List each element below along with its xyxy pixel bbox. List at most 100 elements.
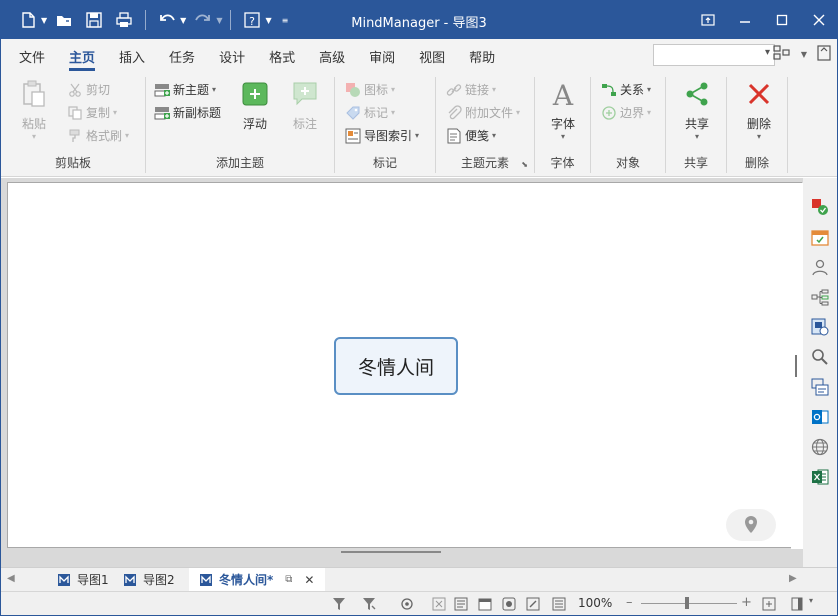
tab-design[interactable]: 设计: [207, 39, 257, 73]
list-view-icon[interactable]: [551, 596, 567, 612]
open-folder-icon[interactable]: [51, 7, 77, 33]
library-icon[interactable]: [809, 316, 831, 338]
outlook-icon[interactable]: [809, 406, 831, 428]
chevron-down-icon[interactable]: ▼: [41, 16, 47, 25]
markers-pane-icon[interactable]: [809, 196, 831, 218]
help-dropdown-icon[interactable]: ▼: [265, 16, 271, 25]
layout-options-icon[interactable]: [791, 596, 807, 612]
tab-format[interactable]: 格式: [257, 39, 307, 73]
undo-dropdown-icon[interactable]: ▼: [180, 16, 186, 25]
note-button[interactable]: 便笺 ▾: [446, 127, 496, 144]
zoom-slider[interactable]: [641, 597, 737, 609]
map-index-button[interactable]: 导图索引 ▾: [345, 127, 419, 144]
tag-view-icon[interactable]: [525, 596, 541, 612]
format-painter-icon: [67, 128, 83, 144]
filter-options-icon[interactable]: [361, 596, 377, 612]
zoom-fit-icon[interactable]: [431, 596, 447, 612]
tab-scroll-left-icon[interactable]: ◀: [7, 573, 15, 584]
new-subtopic-button[interactable]: 新副标题: [154, 104, 221, 121]
collapse-ribbon-icon[interactable]: [817, 45, 831, 64]
vertical-scrollbar[interactable]: [791, 183, 803, 549]
font-group-label: 字体: [550, 156, 575, 170]
chevron-down-icon[interactable]: ▼: [801, 50, 807, 59]
doc-tab-current[interactable]: 冬情人间* ⧉ ✕: [189, 568, 325, 591]
fit-map-icon[interactable]: [761, 596, 777, 612]
doc-tab-map2[interactable]: 导图2: [115, 568, 183, 591]
clipboard-group: 粘贴 ▾ 剪切 复制 ▾ 格式刷 ▾ 剪贴板: [1, 73, 145, 177]
dialog-launcher-icon[interactable]: ⬊: [521, 160, 528, 169]
tab-scroll-right-icon[interactable]: ▶: [789, 573, 797, 584]
link-icon: [446, 82, 462, 98]
calendar-icon[interactable]: [477, 596, 493, 612]
ribbon-display-icon[interactable]: [689, 1, 726, 39]
minimize-icon[interactable]: [726, 1, 763, 39]
callout-button[interactable]: 标注: [290, 79, 320, 132]
paste-button[interactable]: 粘贴 ▾: [19, 79, 49, 141]
tag-icon: [345, 105, 361, 121]
new-file-icon[interactable]: [15, 7, 41, 33]
boundary-button[interactable]: 边界 ▾: [601, 104, 651, 121]
tab-file[interactable]: 文件: [7, 39, 57, 73]
tab-advanced[interactable]: 高级: [307, 39, 357, 73]
map-canvas[interactable]: 冬情人间: [7, 182, 803, 549]
tab-insert[interactable]: 插入: [107, 39, 157, 73]
close-tab-icon[interactable]: ✕: [304, 573, 314, 587]
outline-view-icon[interactable]: [453, 596, 469, 612]
excel-icon[interactable]: [809, 466, 831, 488]
undo-icon[interactable]: [154, 7, 180, 33]
tag-marker-button[interactable]: 标记 ▾: [345, 104, 395, 121]
zoom-out-icon[interactable]: –: [626, 595, 633, 610]
central-topic[interactable]: 冬情人间: [334, 337, 458, 395]
link-button[interactable]: 链接 ▾: [446, 81, 496, 98]
tab-help[interactable]: 帮助: [457, 39, 507, 73]
map-parts-icon[interactable]: [809, 286, 831, 308]
pop-out-icon[interactable]: ⧉: [285, 574, 292, 585]
help-icon[interactable]: ?: [239, 7, 265, 33]
doc-tab-map1[interactable]: 导图1: [49, 568, 117, 591]
redo-icon[interactable]: [190, 7, 216, 33]
save-icon[interactable]: [81, 7, 107, 33]
tab-view[interactable]: 视图: [407, 39, 457, 73]
format-painter-button[interactable]: 格式刷 ▾: [67, 127, 129, 144]
ribbon-tabs: 文件 主页 插入 任务 设计 格式 高级 审阅 视图 帮助 ▼: [1, 39, 837, 73]
relationship-button[interactable]: 关系 ▾: [601, 81, 651, 98]
redo-dropdown-icon[interactable]: ▼: [216, 16, 222, 25]
status-bar: 100% – + ▾: [1, 591, 837, 615]
resources-icon[interactable]: [809, 256, 831, 278]
topic-list-icon[interactable]: [809, 376, 831, 398]
copy-button[interactable]: 复制 ▾: [67, 104, 117, 121]
task-info-icon[interactable]: [809, 226, 831, 248]
zoom-in-icon[interactable]: +: [741, 595, 752, 610]
location-pin-button[interactable]: [726, 509, 776, 541]
maximize-icon[interactable]: [763, 1, 800, 39]
zoom-slider-knob[interactable]: [685, 597, 689, 609]
icon-marker-button[interactable]: 图标 ▾: [345, 81, 395, 98]
attach-file-button[interactable]: 附加文件 ▾: [446, 104, 520, 121]
browser-icon[interactable]: [809, 436, 831, 458]
tab-review[interactable]: 审阅: [357, 39, 407, 73]
new-topic-button[interactable]: 新主题 ▾: [154, 81, 216, 98]
tab-home[interactable]: 主页: [57, 39, 107, 73]
search-input[interactable]: [653, 44, 775, 66]
svg-text:?: ?: [250, 15, 256, 28]
horizontal-scroll-thumb[interactable]: [341, 551, 441, 553]
filter-icon[interactable]: [331, 596, 347, 612]
tab-task[interactable]: 任务: [157, 39, 207, 73]
delete-button[interactable]: 删除 ▾: [744, 79, 774, 141]
focus-icon[interactable]: [399, 596, 415, 612]
search-icon[interactable]: [809, 346, 831, 368]
font-group: A 字体 ▾ 字体: [535, 73, 590, 177]
customize-qat-icon[interactable]: ≡: [282, 16, 289, 25]
gantt-icon[interactable]: [501, 596, 517, 612]
cut-button[interactable]: 剪切: [67, 81, 110, 98]
title-bar: ▼ ▼ ▼ ? ▼ ≡ MindManager - 导图3: [1, 1, 837, 39]
close-icon[interactable]: [800, 1, 837, 39]
share-button[interactable]: 共享 ▾: [682, 79, 712, 141]
font-button[interactable]: A 字体 ▾: [548, 79, 578, 141]
vertical-scroll-thumb[interactable]: [795, 355, 797, 377]
copy-icon: [67, 105, 83, 121]
chevron-down-icon[interactable]: ▾: [809, 596, 813, 605]
float-topic-button[interactable]: 浮动: [240, 79, 270, 132]
layout-icon[interactable]: [773, 45, 791, 64]
print-icon[interactable]: [111, 7, 137, 33]
